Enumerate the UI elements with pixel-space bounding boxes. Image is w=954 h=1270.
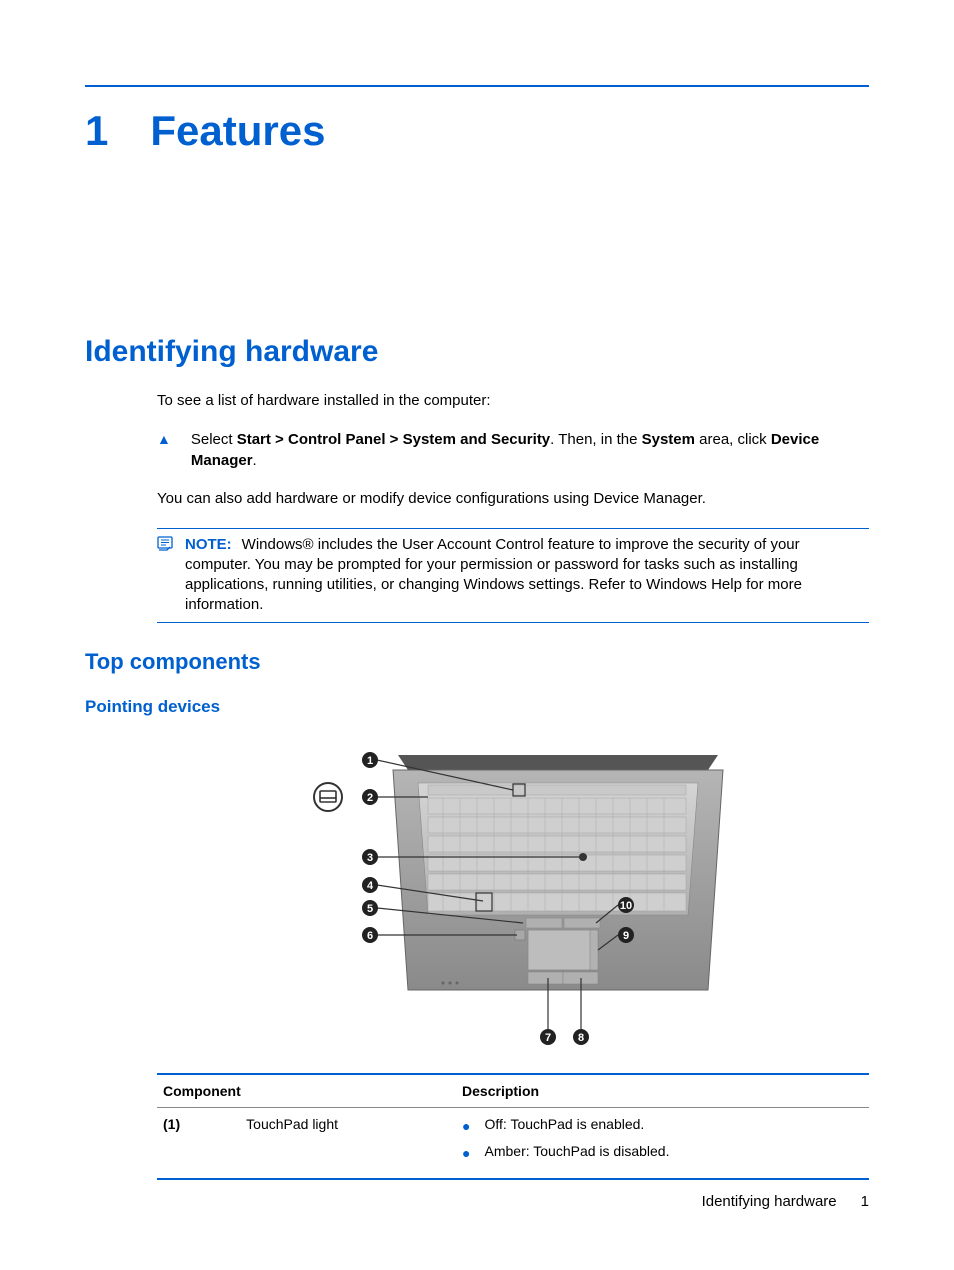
callout-10: 10 xyxy=(618,897,634,913)
step-text: Select Start > Control Panel > System an… xyxy=(191,429,869,471)
svg-text:10: 10 xyxy=(620,900,632,912)
callout-6: 6 xyxy=(362,927,378,943)
section-heading-pointing-devices: Pointing devices xyxy=(85,697,869,717)
row-description: ● Off: TouchPad is enabled. ● Amber: Tou… xyxy=(456,1107,869,1179)
intro-text: To see a list of hardware installed in t… xyxy=(157,391,869,411)
table-row: (1) TouchPad light ● Off: TouchPad is en… xyxy=(157,1107,869,1179)
bullet-icon: ● xyxy=(462,1119,470,1133)
description-item: Off: TouchPad is enabled. xyxy=(485,1116,645,1132)
description-item: Amber: TouchPad is disabled. xyxy=(485,1143,670,1159)
footer-page-number: 1 xyxy=(861,1193,869,1210)
svg-text:2: 2 xyxy=(367,792,373,804)
row-component: TouchPad light xyxy=(240,1107,456,1179)
pointing-devices-diagram: 1 2 3 4 5 6 7 8 9 10 xyxy=(157,735,869,1055)
svg-text:3: 3 xyxy=(367,852,373,864)
svg-text:1: 1 xyxy=(367,755,373,767)
page-footer: Identifying hardware 1 xyxy=(702,1193,869,1210)
note-icon xyxy=(157,536,177,556)
svg-text:7: 7 xyxy=(545,1032,551,1044)
procedure-step: ▲ Select Start > Control Panel > System … xyxy=(157,429,869,471)
callout-5: 5 xyxy=(362,900,378,916)
note-text: NOTE:Windows® includes the User Account … xyxy=(185,535,869,616)
row-index: (1) xyxy=(157,1107,240,1179)
followup-text: You can also add hardware or modify devi… xyxy=(157,489,869,509)
svg-text:5: 5 xyxy=(367,903,373,915)
callout-2: 2 xyxy=(362,789,378,805)
footer-section: Identifying hardware xyxy=(702,1193,837,1210)
chapter-title: Features xyxy=(150,107,325,155)
svg-text:8: 8 xyxy=(578,1032,584,1044)
callout-8: 8 xyxy=(573,1029,589,1045)
th-component: Component xyxy=(157,1074,456,1108)
chapter-number: 1 xyxy=(85,107,108,155)
callout-3: 3 xyxy=(362,849,378,865)
section-heading-identifying-hardware: Identifying hardware xyxy=(85,335,869,369)
th-description: Description xyxy=(456,1074,869,1108)
components-table: Component Description (1) TouchPad light… xyxy=(157,1073,869,1180)
section-heading-top-components: Top components xyxy=(85,649,869,675)
callout-9: 9 xyxy=(618,927,634,943)
svg-text:9: 9 xyxy=(623,930,629,942)
bullet-icon: ● xyxy=(462,1146,470,1160)
svg-text:4: 4 xyxy=(367,880,374,892)
callout-4: 4 xyxy=(362,877,378,893)
svg-text:6: 6 xyxy=(367,930,373,942)
callout-7: 7 xyxy=(540,1029,556,1045)
triangle-bullet-icon: ▲ xyxy=(157,431,171,447)
note-block: NOTE:Windows® includes the User Account … xyxy=(157,528,869,623)
callout-1: 1 xyxy=(362,752,378,768)
chapter-header: 1 Features xyxy=(85,107,869,155)
